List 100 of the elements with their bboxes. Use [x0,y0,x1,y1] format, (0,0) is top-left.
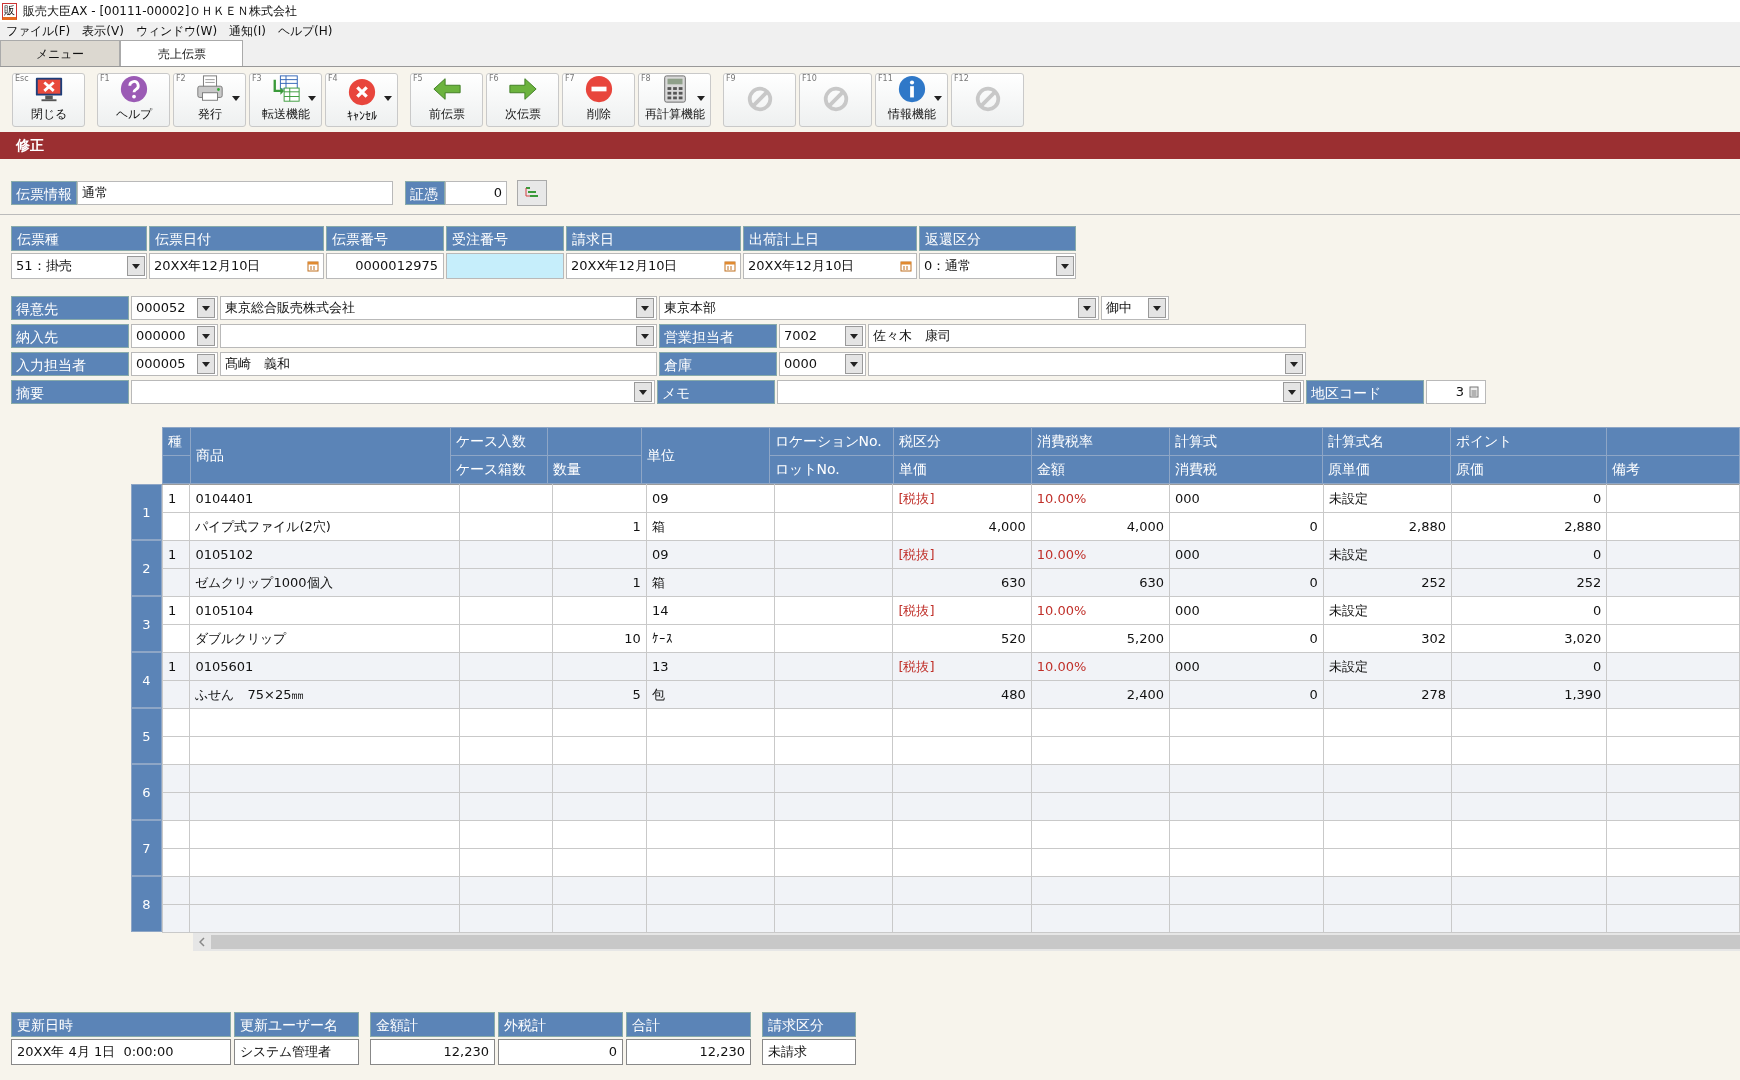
dropdown-field[interactable]: 7002 [779,324,866,348]
table-cell: 000 [1169,484,1324,513]
toolbar-button[interactable]: F1 ヘルプ [97,73,170,127]
column-header: 税区分 [893,427,1032,456]
input-field[interactable]: 0000012975 [326,253,444,279]
dropdown-field[interactable]: 御中 [1101,296,1169,320]
toolbar-button[interactable]: F4 ｷｬﾝｾﾙ [325,73,398,127]
toolbar-button[interactable]: F6 次伝票 [486,73,559,127]
value-field: 12,230 [370,1039,495,1065]
number-field[interactable]: 3 [1426,380,1486,404]
text-field[interactable]: 髙崎 義和 [220,352,657,376]
table-cell: 0105102 [190,540,460,569]
table-cell: 302 [1323,624,1452,653]
field-label: 納入先 [11,324,129,348]
field-label: 出荷計上日 [743,226,917,251]
value-field: 0 [498,1039,623,1065]
column-header: 種 [162,427,191,456]
table-cell: ダブルクリップ [190,624,460,653]
table-cell: 4,000 [892,512,1032,541]
row-number: 7 [131,820,162,876]
row-number: 8 [131,876,162,932]
column-header: 商品 [190,427,451,484]
dropdown-field[interactable]: 東京総合販売株式会社 [220,296,657,320]
column-header: 数量 [547,455,642,484]
table-cell: 480 [892,680,1032,709]
menu-item[interactable]: 通知(I) [229,22,266,40]
value-field: システム管理者 [234,1039,359,1065]
date-field[interactable]: 20XX年12月10日 [149,253,324,279]
table-cell: 0 [1451,652,1607,681]
dropdown-field[interactable]: 000000 [131,324,218,348]
menu-item[interactable]: 表示(V) [82,22,124,40]
field-label: 摘要 [11,380,129,404]
date-field[interactable]: 20XX年12月10日 [743,253,917,279]
window-title: 販売大臣AX - [00111-00002]ＯＨＫＥＮ株式会社 [23,2,298,20]
field-label: 倉庫 [659,352,777,376]
dropdown-field[interactable]: 0：通常 [919,253,1076,279]
field-label: 受注番号 [446,226,564,251]
column-header: 計算式 [1169,427,1323,456]
column-header: 単位 [641,427,769,484]
field-label: 請求日 [566,226,741,251]
table-cell: [税抜] [892,652,1032,681]
toolbar-button[interactable]: F3 転送機能 [249,73,322,127]
toolbar-button[interactable]: F11 情報機能 [875,73,948,127]
row-number: 3 [131,596,162,652]
column-header: ケース入数 [450,427,548,456]
table-cell: 1 [162,540,190,569]
text-field[interactable]: 佐々木 康司 [868,324,1306,348]
table-cell: 0 [1169,680,1324,709]
toolbar-button[interactable]: F7 削除 [562,73,635,127]
value-field: 12,230 [626,1039,751,1065]
column-header: 原単価 [1322,455,1451,484]
number-field[interactable]: 0 [445,181,507,205]
table-cell: 1,390 [1451,680,1607,709]
field-label: 伝票日付 [149,226,324,251]
date-field[interactable]: 20XX年12月10日 [566,253,741,279]
toolbar-button[interactable]: F5 前伝票 [410,73,483,127]
field-label: 伝票情報 [11,181,77,205]
dropdown-field[interactable]: 51：掛売 [11,253,147,279]
table-cell: [税抜] [892,484,1032,513]
row-number: 1 [131,484,162,540]
column-header: 計算式名 [1322,427,1451,456]
table-cell: 2,880 [1323,512,1452,541]
menu-item[interactable]: ヘルプ(H) [278,22,333,40]
toolbar-button[interactable]: F8 再計算機能 [638,73,711,127]
field-label: メモ [657,380,775,404]
table-cell: 10.00% [1031,652,1170,681]
field-label: 合計 [626,1012,751,1037]
table-cell: 1 [552,568,647,597]
table-cell: 520 [892,624,1032,653]
toolbar-button[interactable]: F2 発行 [173,73,246,127]
table-cell: 10 [552,624,647,653]
menu-item[interactable]: ファイル(F) [6,22,71,40]
field-label: 更新日時 [11,1012,231,1037]
column-header: ロットNo. [769,455,894,484]
field-label: 地区コード [1306,380,1424,404]
column-header: 金額 [1031,455,1169,484]
field-label: 返還区分 [919,226,1076,251]
table-cell: 252 [1323,568,1452,597]
table-cell: 252 [1451,568,1607,597]
text-field[interactable]: 通常 [77,181,393,205]
table-cell: 2,400 [1031,680,1170,709]
table-cell: 10.00% [1031,484,1170,513]
table-cell: 278 [1323,680,1452,709]
table-cell: 3,020 [1451,624,1607,653]
row-number: 4 [131,652,162,708]
dropdown-field[interactable]: 0000 [779,352,866,376]
toolbar-button[interactable]: Esc 閉じる [12,73,85,127]
row-number: 5 [131,708,162,764]
table-cell: 10.00% [1031,596,1170,625]
dropdown-field[interactable]: 東京本部 [659,296,1099,320]
tab[interactable]: 売上伝票 [120,40,243,66]
tab[interactable]: メニュー [0,40,120,66]
table-cell: 0 [1169,624,1324,653]
field-label: 外税計 [498,1012,623,1037]
table-cell: 0 [1451,484,1607,513]
dropdown-field[interactable]: 000052 [131,296,218,320]
table-cell: 0 [1169,512,1324,541]
mode-banner: 修正 [0,132,1740,159]
dropdown-field[interactable]: 000005 [131,352,218,376]
menu-item[interactable]: ウィンドウ(W) [135,22,218,40]
